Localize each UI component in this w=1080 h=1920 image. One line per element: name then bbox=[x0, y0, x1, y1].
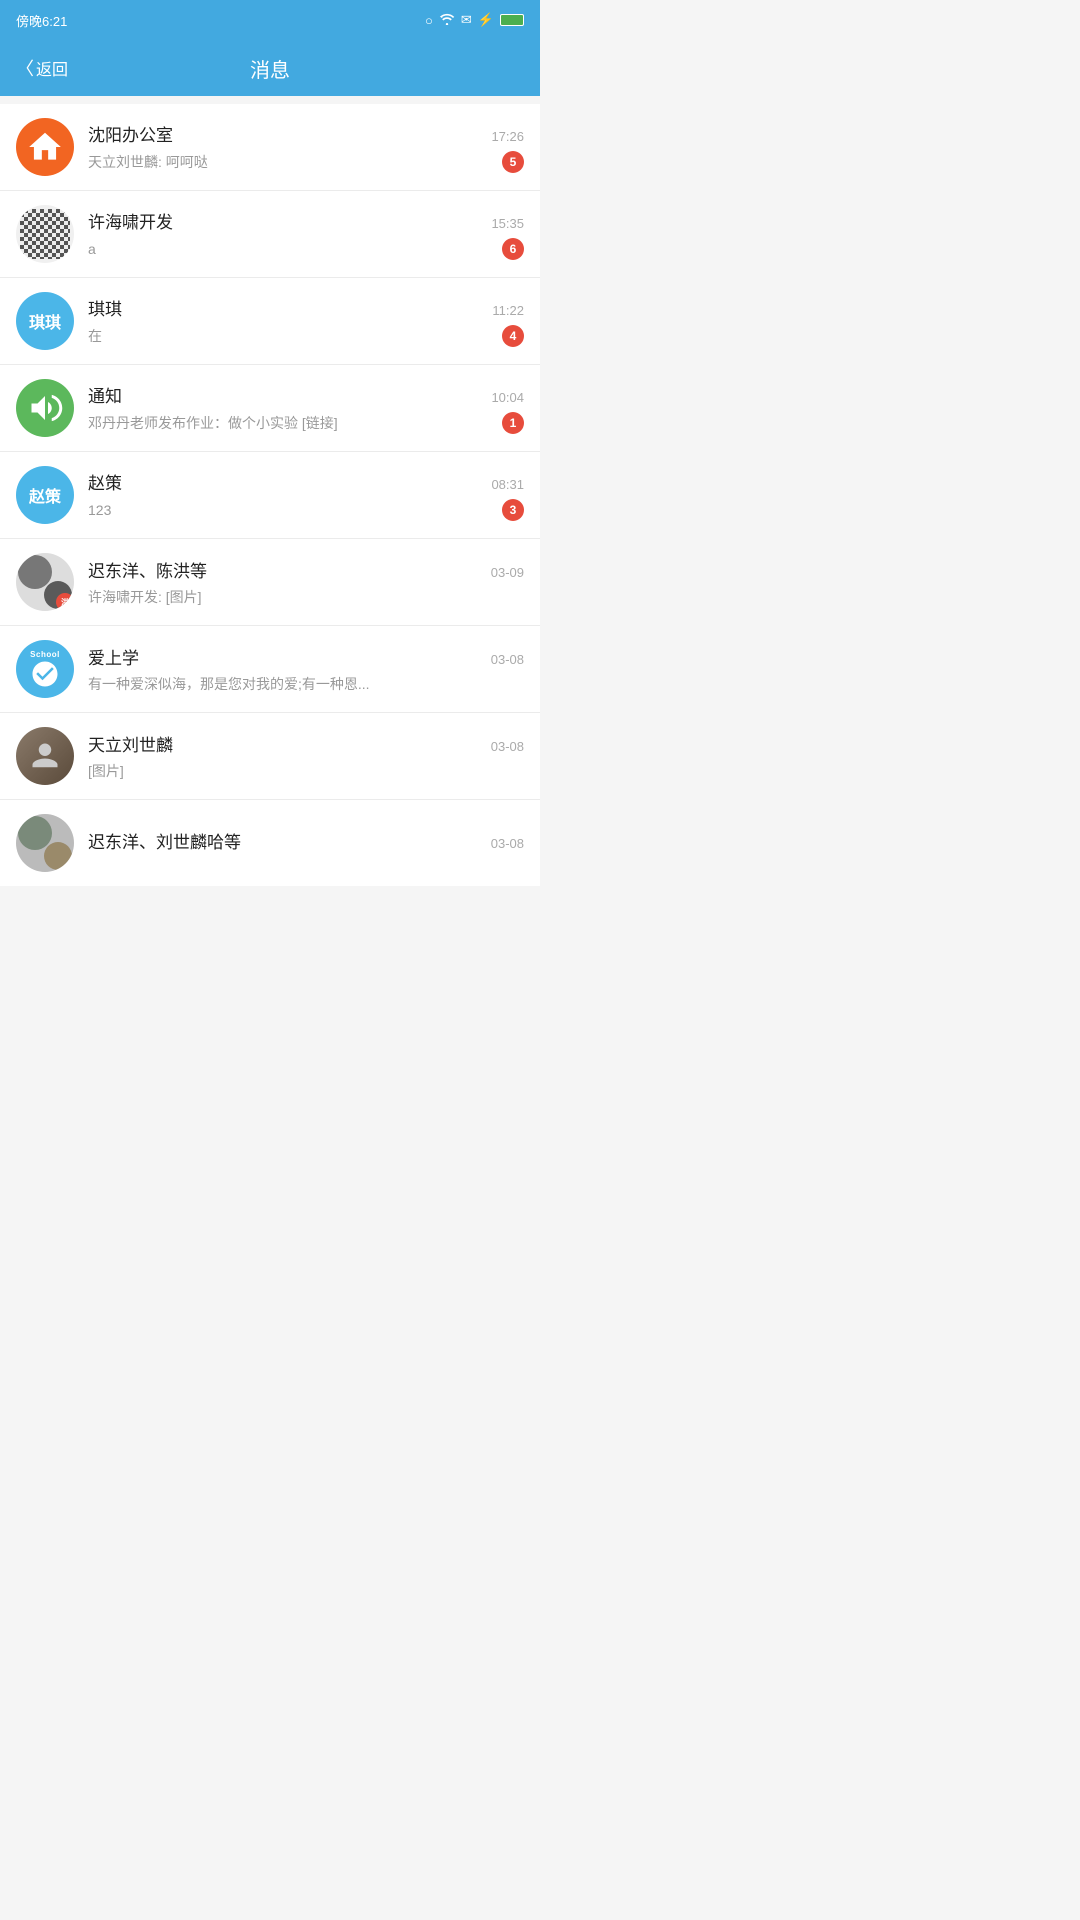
unread-badge: 4 bbox=[502, 325, 524, 347]
avatar: 洪 bbox=[16, 553, 74, 611]
header-title: 消息 bbox=[250, 54, 290, 83]
list-item[interactable]: 沈阳办公室 17:26 天立刘世麟: 呵呵哒 5 bbox=[0, 104, 540, 191]
avatar bbox=[16, 118, 74, 176]
item-content: 许海啸开发 15:35 a 6 bbox=[88, 208, 524, 260]
unread-badge: 5 bbox=[502, 151, 524, 173]
item-content: 天立刘世麟 03-08 [图片] bbox=[88, 731, 524, 781]
battery-icon: ⚡ bbox=[478, 12, 494, 28]
unread-badge: 6 bbox=[502, 238, 524, 260]
unread-badge: 3 bbox=[502, 499, 524, 521]
status-time: 傍晚6:21 bbox=[16, 11, 67, 30]
contact-name: 许海啸开发 bbox=[88, 208, 173, 233]
avatar bbox=[16, 379, 74, 437]
item-content: 赵策 08:31 123 3 bbox=[88, 469, 524, 521]
message-preview: 在 bbox=[88, 326, 492, 346]
list-item[interactable]: 天立刘世麟 03-08 [图片] bbox=[0, 713, 540, 800]
contact-name: 琪琪 bbox=[88, 295, 122, 320]
unread-badge: 1 bbox=[502, 412, 524, 434]
list-item[interactable]: 许海啸开发 15:35 a 6 bbox=[0, 191, 540, 278]
back-chevron-icon: 〈 bbox=[16, 55, 34, 81]
message-time: 17:26 bbox=[491, 129, 524, 144]
message-time: 03-09 bbox=[491, 565, 524, 580]
avatar bbox=[16, 727, 74, 785]
message-time: 03-08 bbox=[491, 652, 524, 667]
contact-name: 天立刘世麟 bbox=[88, 731, 173, 756]
avatar bbox=[16, 205, 74, 263]
message-preview: 许海啸开发: [图片] bbox=[88, 587, 524, 607]
list-item[interactable]: 赵策 赵策 08:31 123 3 bbox=[0, 452, 540, 539]
avatar: 赵策 bbox=[16, 466, 74, 524]
contact-name: 通知 bbox=[88, 382, 122, 407]
battery-full-icon bbox=[500, 14, 524, 26]
contact-name: 沈阳办公室 bbox=[88, 121, 173, 146]
status-icons: ○ ✉ ⚡ bbox=[425, 12, 524, 28]
header: 〈 返回 消息 bbox=[0, 40, 540, 96]
message-preview: 有一种爱深似海，那是您对我的爱;有一种恩... bbox=[88, 674, 524, 694]
wifi-icon bbox=[439, 13, 455, 28]
contact-name: 迟东洋、陈洪等 bbox=[88, 557, 207, 582]
item-content: 通知 10:04 邓丹丹老师发布作业：做个小实验 [链接] 1 bbox=[88, 382, 524, 434]
message-preview: a bbox=[88, 241, 492, 257]
msg-icon: ✉ bbox=[461, 12, 472, 28]
list-item[interactable]: 迟东洋、刘世麟哈等 03-08 bbox=[0, 800, 540, 886]
avatar-text: 琪琪 bbox=[29, 309, 61, 333]
list-item[interactable]: 洪 迟东洋、陈洪等 03-09 许海啸开发: [图片] bbox=[0, 539, 540, 626]
message-time: 03-08 bbox=[491, 836, 524, 851]
item-content: 沈阳办公室 17:26 天立刘世麟: 呵呵哒 5 bbox=[88, 121, 524, 173]
school-label: School bbox=[30, 650, 60, 659]
item-content: 爱上学 03-08 有一种爱深似海，那是您对我的爱;有一种恩... bbox=[88, 644, 524, 694]
message-time: 03-08 bbox=[491, 739, 524, 754]
message-preview: 邓丹丹老师发布作业：做个小实验 [链接] bbox=[88, 413, 492, 433]
item-content: 迟东洋、刘世麟哈等 03-08 bbox=[88, 828, 524, 858]
message-time: 15:35 bbox=[491, 216, 524, 231]
status-bar: 傍晚6:21 ○ ✉ ⚡ bbox=[0, 0, 540, 40]
item-content: 琪琪 11:22 在 4 bbox=[88, 295, 524, 347]
list-item[interactable]: 琪琪 琪琪 11:22 在 4 bbox=[0, 278, 540, 365]
avatar-text: 赵策 bbox=[29, 483, 61, 507]
item-content: 迟东洋、陈洪等 03-09 许海啸开发: [图片] bbox=[88, 557, 524, 607]
contact-name: 迟东洋、刘世麟哈等 bbox=[88, 828, 241, 853]
message-time: 08:31 bbox=[491, 477, 524, 492]
avatar bbox=[16, 814, 74, 872]
contact-name: 爱上学 bbox=[88, 644, 139, 669]
list-item[interactable]: School 爱上学 03-08 有一种爱深似海，那是您对我的爱;有一种恩... bbox=[0, 626, 540, 713]
back-button[interactable]: 〈 返回 bbox=[16, 55, 68, 81]
message-preview: 123 bbox=[88, 502, 492, 518]
list-item[interactable]: 通知 10:04 邓丹丹老师发布作业：做个小实验 [链接] 1 bbox=[0, 365, 540, 452]
avatar: School bbox=[16, 640, 74, 698]
message-list: 沈阳办公室 17:26 天立刘世麟: 呵呵哒 5 许海啸开发 15:35 a 6 bbox=[0, 104, 540, 886]
contact-name: 赵策 bbox=[88, 469, 122, 494]
avatar: 琪琪 bbox=[16, 292, 74, 350]
message-preview: [图片] bbox=[88, 761, 524, 781]
alarm-icon: ○ bbox=[425, 13, 433, 28]
message-time: 10:04 bbox=[491, 390, 524, 405]
message-time: 11:22 bbox=[492, 303, 524, 318]
back-label: 返回 bbox=[36, 56, 68, 80]
message-preview: 天立刘世麟: 呵呵哒 bbox=[88, 152, 492, 172]
